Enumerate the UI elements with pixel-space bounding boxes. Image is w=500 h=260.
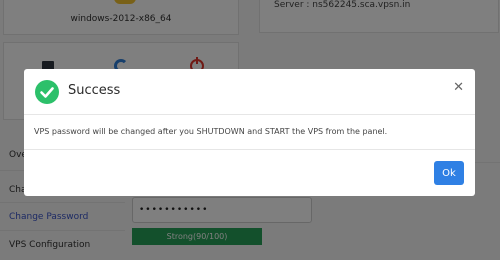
check-circle-icon: [35, 80, 59, 104]
success-dialog: Success ✕ VPS password will be changed a…: [24, 69, 475, 196]
divider: [24, 149, 475, 150]
close-icon[interactable]: ✕: [453, 81, 464, 94]
ok-button[interactable]: Ok: [434, 161, 464, 185]
dialog-title: Success: [68, 83, 121, 98]
dialog-message: VPS password will be changed after you S…: [34, 127, 388, 136]
dialog-header: Success ✕: [24, 69, 475, 115]
